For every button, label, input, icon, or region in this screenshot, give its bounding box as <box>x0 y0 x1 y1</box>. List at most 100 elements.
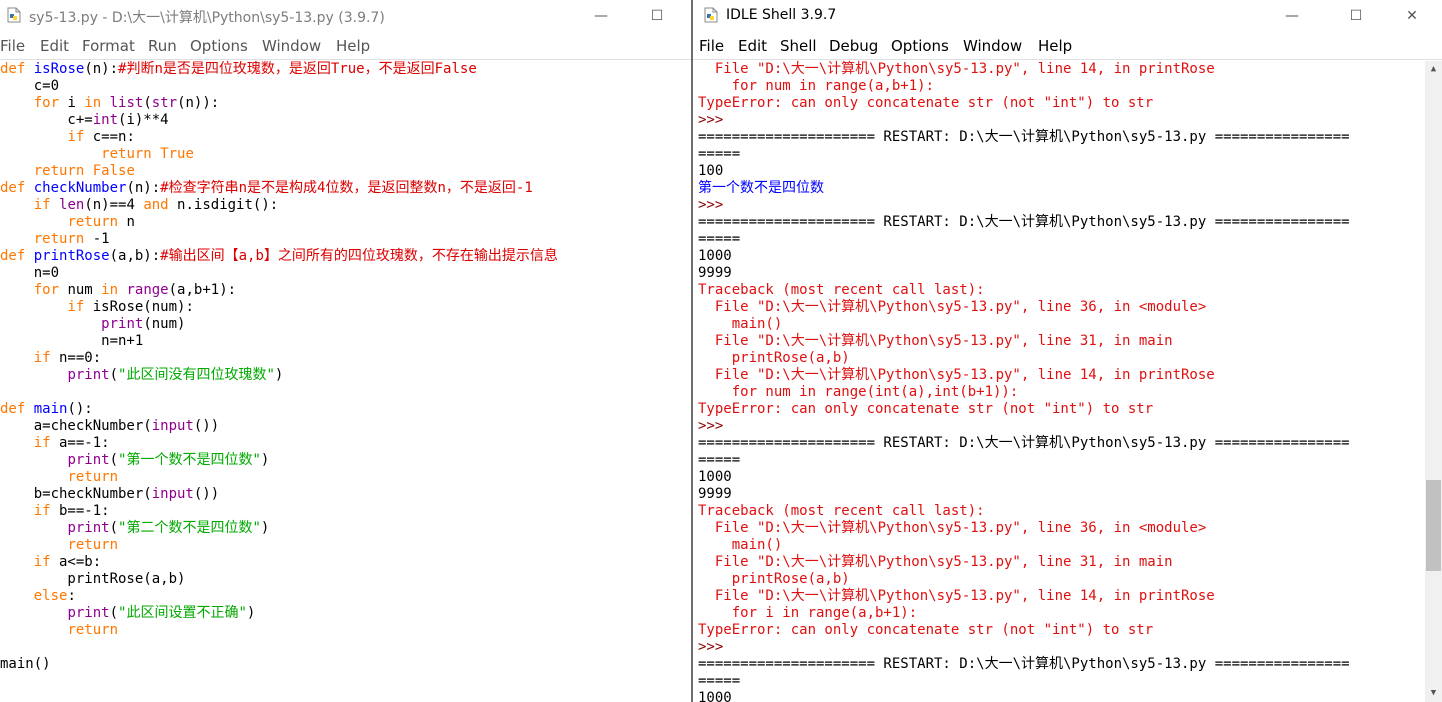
shell-line: 100 <box>698 163 724 179</box>
code-token: -1 <box>84 231 110 247</box>
shell-menu-file[interactable]: File <box>699 37 724 55</box>
code-line: def printRose(a,b):#输出区间【a,b】之间所有的四位玫瑰数，… <box>0 248 691 265</box>
editor-menubar: File Edit Format Run Options Window Help <box>0 35 691 57</box>
shell-line: ===================== RESTART: D:\大一\计算机… <box>698 435 1350 451</box>
code-line: printRose(a,b) <box>0 571 691 588</box>
code-token: ( <box>109 605 119 621</box>
shell-menu-options[interactable]: Options <box>891 37 949 55</box>
editor-title: sy5-13.py - D:\大一\计算机\Python\sy5-13.py (… <box>29 10 385 26</box>
code-token: main <box>33 401 68 417</box>
code-token: i <box>59 95 85 111</box>
code-token: print <box>67 520 110 536</box>
code-token: a<=b: <box>50 554 102 570</box>
code-token: "第二个数不是四位数" <box>118 520 261 536</box>
code-line: print("第一个数不是四位数") <box>0 452 691 469</box>
code-line: if len(n)==4 and n.isdigit(): <box>0 197 691 214</box>
code-line: return -1 <box>0 231 691 248</box>
shell-line: ===================== RESTART: D:\大一\计算机… <box>698 214 1350 230</box>
code-token: c+= <box>0 112 93 128</box>
shell-line: Traceback (most recent call last): <box>698 282 985 298</box>
editor-menu-format[interactable]: Format <box>82 37 135 55</box>
code-token: return <box>101 146 152 162</box>
scroll-up-icon[interactable]: ▲ <box>1425 61 1442 78</box>
code-token: range <box>126 282 169 298</box>
code-editor[interactable]: def isRose(n):#判断n是否是四位玫瑰数，是返回True，不是返回F… <box>0 61 691 702</box>
shell-menubar: File Edit Shell Debug Options Window Help <box>693 35 1442 57</box>
editor-menu-help[interactable]: Help <box>336 37 370 55</box>
code-token: n.isdigit(): <box>168 197 279 213</box>
code-line: if isRose(num): <box>0 299 691 316</box>
code-token: def <box>0 61 26 77</box>
code-token: isRose(num): <box>84 299 194 315</box>
code-token: if <box>33 554 51 570</box>
code-token: n=0 <box>0 265 60 281</box>
shell-titlebar[interactable]: IDLE Shell 3.9.7 — ☐ ✕ <box>693 0 1442 32</box>
editor-menu-run[interactable]: Run <box>148 37 177 55</box>
shell-line: 1000 <box>698 690 732 702</box>
code-token: main() <box>0 656 51 672</box>
editor-menu-file[interactable]: File <box>0 37 25 55</box>
minimize-button[interactable]: — <box>1269 0 1315 32</box>
shell-line: ===== <box>698 231 741 247</box>
shell-line: main() <box>698 537 783 553</box>
maximize-button[interactable]: ☐ <box>634 0 680 32</box>
code-token: (a,b+1): <box>168 282 237 298</box>
code-token: False <box>92 163 135 179</box>
code-token: n <box>118 214 135 230</box>
editor-menu-window[interactable]: Window <box>262 37 321 55</box>
code-token: else <box>33 588 68 604</box>
editor-menu-options[interactable]: Options <box>190 37 248 55</box>
shell-line: 9999 <box>698 265 732 281</box>
code-token: return <box>33 163 85 179</box>
code-token: printRose <box>33 248 110 264</box>
code-token: if <box>67 129 85 145</box>
shell-line: TypeError: can only concatenate str (not… <box>698 622 1154 638</box>
editor-menu-edit[interactable]: Edit <box>40 37 69 55</box>
code-token: True <box>160 146 194 162</box>
code-token: ( <box>109 520 119 536</box>
shell-menu-shell[interactable]: Shell <box>780 37 817 55</box>
code-token: (n): <box>126 180 161 196</box>
editor-titlebar[interactable]: sy5-13.py - D:\大一\计算机\Python\sy5-13.py (… <box>0 0 691 32</box>
code-token: print <box>67 452 110 468</box>
idle-shell-icon <box>704 7 718 23</box>
python-file-icon <box>7 7 21 23</box>
shell-line: ===== <box>698 146 741 162</box>
code-token: input <box>151 418 194 434</box>
vertical-scrollbar[interactable]: ▲ ▼ <box>1425 61 1442 702</box>
code-line: n=n+1 <box>0 333 691 350</box>
scroll-down-icon[interactable]: ▼ <box>1425 685 1442 702</box>
scrollbar-thumb[interactable] <box>1426 480 1441 571</box>
maximize-button[interactable]: ☐ <box>1333 0 1379 32</box>
shell-line: 第一个数不是四位数 <box>698 180 824 196</box>
shell-output[interactable]: File "D:\大一\计算机\Python\sy5-13.py", line … <box>698 61 1422 702</box>
shell-menu-window[interactable]: Window <box>963 37 1022 55</box>
close-button[interactable]: ✕ <box>1389 0 1435 32</box>
code-token: a==-1: <box>50 435 110 451</box>
shell-menu-debug[interactable]: Debug <box>829 37 878 55</box>
code-token: for <box>33 95 60 111</box>
code-line: n=0 <box>0 265 691 282</box>
shell-menu-help[interactable]: Help <box>1038 37 1072 55</box>
code-token: return <box>67 214 119 230</box>
shell-line: File "D:\大一\计算机\Python\sy5-13.py", line … <box>698 588 1215 604</box>
shell-menu-edit[interactable]: Edit <box>738 37 767 55</box>
code-token: int <box>92 112 119 128</box>
code-token: ()) <box>193 418 220 434</box>
shell-line: File "D:\大一\计算机\Python\sy5-13.py", line … <box>698 333 1173 349</box>
shell-line: for num in range(a,b+1): <box>698 78 935 94</box>
minimize-button[interactable]: — <box>578 0 624 32</box>
